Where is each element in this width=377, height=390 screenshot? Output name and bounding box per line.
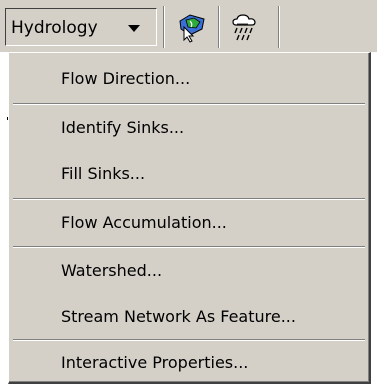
rain-cloud-icon xyxy=(232,14,256,41)
menu-item-flow-accumulation[interactable]: Flow Accumulation... xyxy=(11,204,367,242)
menu-item-label: Fill Sinks... xyxy=(61,164,146,183)
menu-item-label: Identify Sinks... xyxy=(61,118,185,137)
hydrology-toolbar: Hydrology xyxy=(0,0,377,52)
dropdown-arrow-icon xyxy=(128,25,140,32)
menu-separator xyxy=(13,246,365,248)
menu-item-stream-network-as-feature[interactable]: Stream Network As Feature... xyxy=(11,298,367,336)
flow-tool-button[interactable] xyxy=(172,8,212,46)
menu-separator xyxy=(13,339,365,341)
hydrology-menu-button[interactable]: Hydrology xyxy=(5,8,157,46)
menu-item-label: Interactive Properties... xyxy=(61,353,249,372)
menu-item-identify-sinks[interactable]: Identify Sinks... xyxy=(11,109,367,147)
menu-item-interactive-properties[interactable]: Interactive Properties... xyxy=(11,344,367,382)
hydrology-menu-label: Hydrology xyxy=(11,18,98,38)
menu-separator xyxy=(13,198,365,200)
menu-item-label: Flow Accumulation... xyxy=(61,213,227,232)
menu-item-fill-sinks[interactable]: Fill Sinks... xyxy=(11,155,367,193)
menu-separator xyxy=(13,103,365,105)
menu-item-label: Flow Direction... xyxy=(61,69,191,88)
toolbar-separator xyxy=(218,6,220,48)
hydrology-dropdown-menu: Flow Direction... Identify Sinks... Fill… xyxy=(8,52,371,384)
toolbar-separator xyxy=(278,6,280,48)
menu-item-label: Watershed... xyxy=(61,261,163,280)
menu-item-flow-direction[interactable]: Flow Direction... xyxy=(11,60,367,98)
flow-tool-icon xyxy=(179,14,205,43)
menu-item-watershed[interactable]: Watershed... xyxy=(11,252,367,290)
toolbar-separator xyxy=(163,6,165,48)
rain-tool-button[interactable] xyxy=(224,8,264,46)
menu-item-label: Stream Network As Feature... xyxy=(61,307,296,326)
